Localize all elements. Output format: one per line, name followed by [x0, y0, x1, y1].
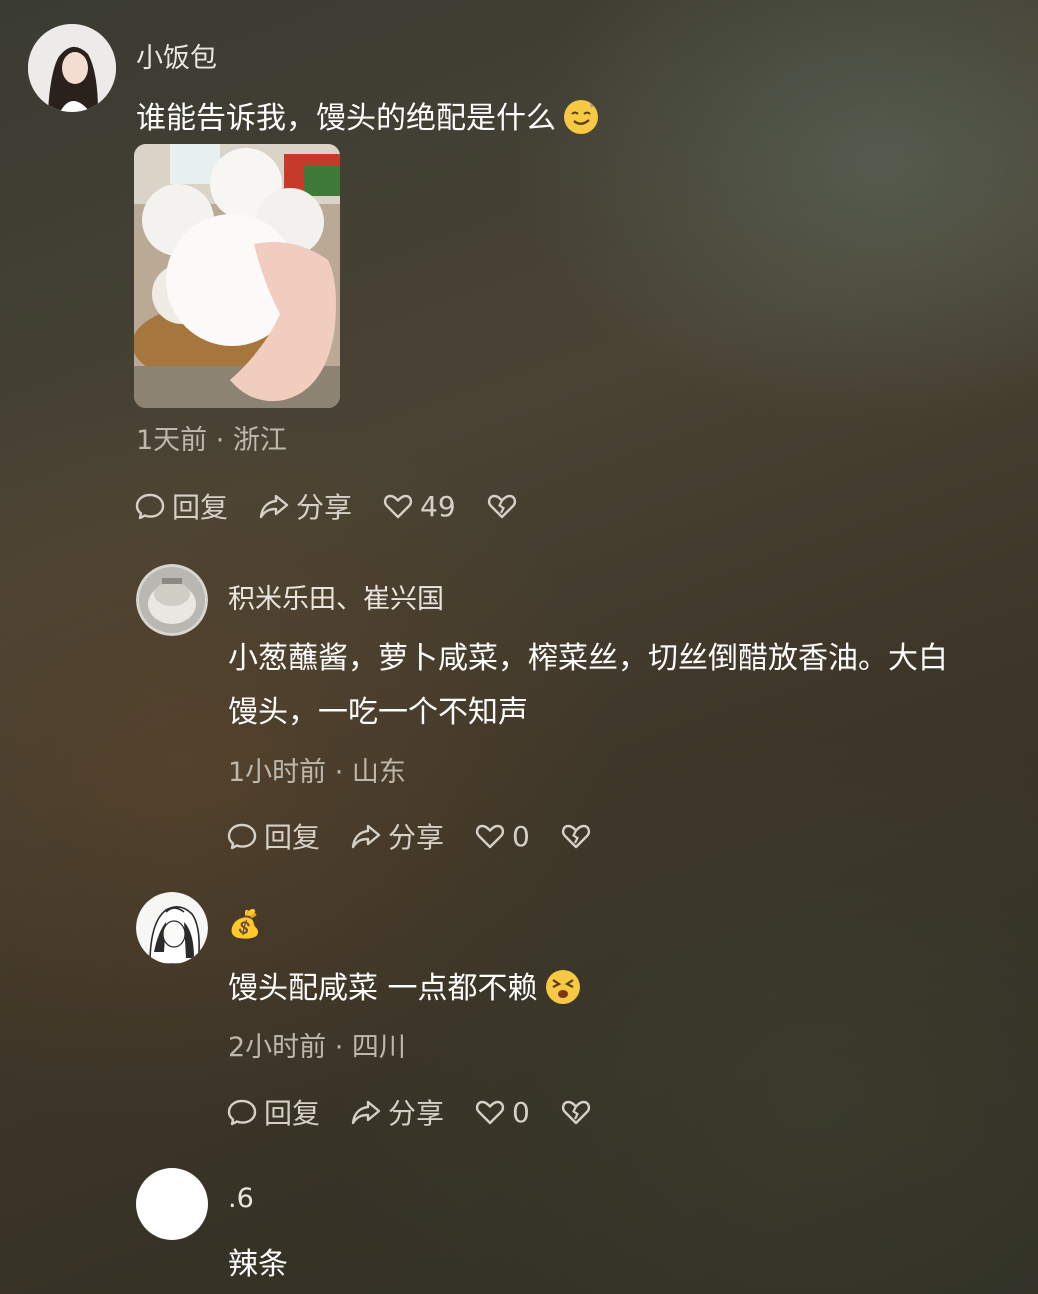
- smirk-emoji-icon: [564, 100, 598, 134]
- username[interactable]: 💰: [228, 908, 262, 940]
- broken-heart-icon: [561, 1100, 590, 1125]
- comment-text-content: 谁能告诉我，馒头的绝配是什么: [136, 101, 556, 136]
- comment-meta: 1天前 · 浙江: [136, 425, 287, 456]
- dislike-button[interactable]: [560, 1096, 592, 1128]
- comment-meta: 1小时前 · 山东: [228, 757, 406, 788]
- comment-text: 小葱蘸酱，萝卜咸菜，榨菜丝，切丝倒醋放香油。大白: [228, 641, 948, 676]
- comment-bubble-icon: [135, 493, 165, 520]
- share-label: 分享: [388, 1097, 445, 1130]
- share-button[interactable]: 分享: [350, 1092, 444, 1132]
- reply-button[interactable]: 回复: [226, 1092, 320, 1132]
- comment-bubble-icon: [227, 823, 257, 850]
- comment-text: 馒头配咸菜 一点都不赖: [228, 962, 580, 1016]
- heart-icon: [475, 1100, 505, 1125]
- share-button[interactable]: 分享: [350, 816, 444, 856]
- like-button[interactable]: 0: [474, 1096, 530, 1129]
- share-arrow-icon: [259, 494, 289, 519]
- share-label: 分享: [388, 821, 445, 854]
- comment-text: 谁能告诉我，馒头的绝配是什么: [136, 92, 598, 146]
- avatar[interactable]: [136, 1168, 208, 1240]
- reply-label: 回复: [264, 821, 321, 854]
- reply-label: 回复: [264, 1097, 321, 1130]
- username[interactable]: 积米乐田、崔兴国: [228, 577, 444, 616]
- dislike-button[interactable]: [486, 490, 518, 522]
- avatar[interactable]: [136, 892, 208, 964]
- avatar[interactable]: [136, 564, 208, 636]
- heart-icon: [383, 494, 413, 519]
- like-button[interactable]: 0: [474, 820, 530, 853]
- reply-button[interactable]: 回复: [226, 816, 320, 856]
- reply-label: 回复: [172, 491, 229, 524]
- share-arrow-icon: [351, 1100, 381, 1125]
- comment-text: 辣条: [228, 1247, 288, 1282]
- dislike-button[interactable]: [560, 820, 592, 852]
- reply-button[interactable]: 回复: [134, 486, 228, 526]
- avatar[interactable]: [28, 24, 116, 112]
- broken-heart-icon: [561, 824, 590, 849]
- like-count: 49: [420, 489, 456, 523]
- like-count: 0: [512, 1095, 530, 1129]
- broken-heart-icon: [487, 494, 516, 519]
- attached-image[interactable]: [134, 144, 340, 408]
- heart-icon: [475, 824, 505, 849]
- username[interactable]: 小饭包: [136, 36, 217, 75]
- comment-actions: 回复 分享 0: [226, 816, 622, 856]
- comment-text-content: 馒头配咸菜 一点都不赖: [228, 971, 538, 1006]
- share-button[interactable]: 分享: [258, 486, 352, 526]
- comment-meta: 2小时前 · 四川: [228, 1032, 406, 1063]
- like-count: 0: [512, 819, 530, 853]
- share-arrow-icon: [351, 824, 381, 849]
- username[interactable]: .6: [228, 1183, 254, 1214]
- comment-actions: 回复 分享 0: [226, 1092, 622, 1132]
- squinting-emoji-icon: [545, 970, 580, 1004]
- comment-bubble-icon: [227, 1099, 257, 1126]
- comment-actions: 回复 分享 49: [134, 486, 548, 526]
- comment-text: 馒头，一吃一个不知声: [228, 695, 528, 730]
- like-button[interactable]: 49: [382, 490, 456, 523]
- share-label: 分享: [296, 491, 353, 524]
